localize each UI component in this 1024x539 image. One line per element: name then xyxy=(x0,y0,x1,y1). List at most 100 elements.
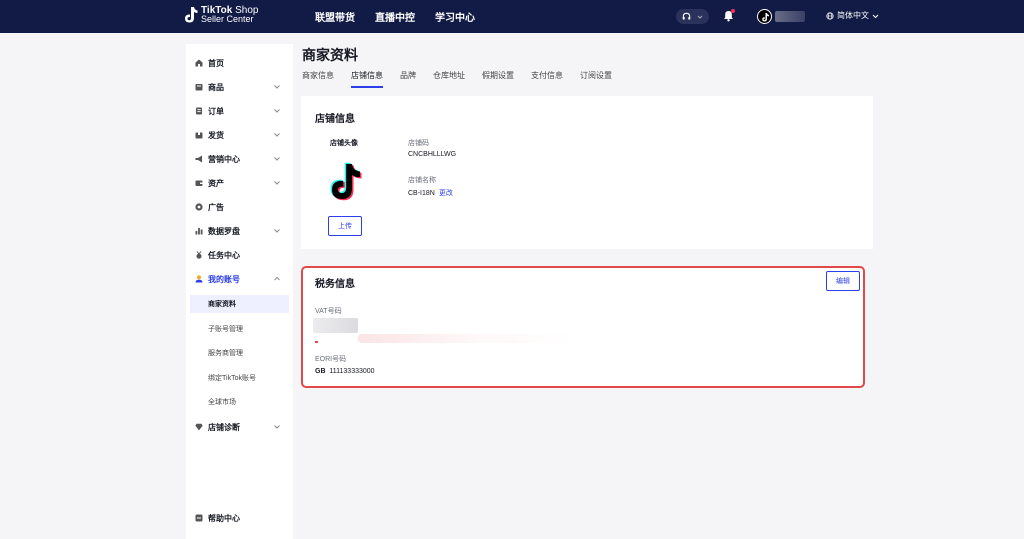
product-icon xyxy=(195,84,203,91)
user-avatar[interactable] xyxy=(757,9,772,24)
vat-number-redacted-smear xyxy=(358,334,573,343)
chevron-down-icon xyxy=(697,15,703,19)
sidebar-item-shipping[interactable]: 发货 xyxy=(186,125,293,145)
notification-dot xyxy=(731,9,735,13)
tab-brand[interactable]: 品牌 xyxy=(400,70,416,88)
tab-shop-info[interactable]: 店铺信息 xyxy=(351,70,383,88)
user-icon xyxy=(195,275,203,283)
shop-info-card xyxy=(301,96,873,249)
eori-number-label: EORI号码 xyxy=(315,356,347,363)
vat-number-redacted xyxy=(313,318,358,333)
eori-number-row: GB 111133333000 xyxy=(315,368,375,375)
eori-prefix: GB xyxy=(315,368,326,375)
topnav-learning-center[interactable]: 学习中心 xyxy=(435,9,475,24)
sidebar-item-marketing[interactable]: 营销中心 xyxy=(186,149,293,169)
chevron-down-icon xyxy=(274,229,280,233)
chart-icon xyxy=(195,228,203,235)
top-navigation-bar: TikTok Shop Seller Center 联盟带货 直播中控 学习中心 xyxy=(0,0,1024,33)
tax-info-card xyxy=(301,266,865,388)
sidebar-item-assets[interactable]: 资产 xyxy=(186,173,293,193)
shop-code-label: 店铺码 xyxy=(408,140,429,147)
tab-business-info[interactable]: 商家信息 xyxy=(302,70,334,88)
sidebar-item-shop-diagnosis[interactable]: 店铺诊断 xyxy=(186,417,293,437)
edit-tax-info-button[interactable]: 编辑 xyxy=(826,271,860,291)
chevron-down-icon xyxy=(274,85,280,89)
sidebar-sublabel: 商家资料 xyxy=(208,301,236,308)
tax-info-title: 税务信息 xyxy=(315,279,355,290)
chevron-down-icon xyxy=(274,133,280,137)
username-blurred[interactable] xyxy=(775,11,805,22)
sidebar-label: 商品 xyxy=(208,82,224,92)
sidebar-sublabel: 服务商管理 xyxy=(208,350,243,357)
chevron-down-icon xyxy=(274,181,280,185)
page-title: 商家资料 xyxy=(302,47,358,63)
shop-info-title: 店铺信息 xyxy=(315,114,355,125)
sidebar-item-my-account[interactable]: 我的账号 xyxy=(186,269,293,289)
sidebar: 首页 商品 订单 发货 营销中心 资产 广告 数据罗盘 任务中心 我的账号 商家… xyxy=(186,44,293,539)
shop-avatar-label: 店铺头像 xyxy=(330,140,358,147)
ads-icon xyxy=(195,203,203,211)
megaphone-icon xyxy=(195,155,202,163)
support-dropdown[interactable] xyxy=(676,9,709,24)
sidebar-item-orders[interactable]: 订单 xyxy=(186,101,293,121)
sidebar-item-ads[interactable]: 广告 xyxy=(186,197,293,217)
tab-subscription-settings[interactable]: 订阅设置 xyxy=(580,70,612,88)
change-shop-name-link[interactable]: 更改 xyxy=(439,190,453,197)
chevron-down-icon xyxy=(872,14,879,18)
sidebar-item-products[interactable]: 商品 xyxy=(186,77,293,97)
tab-holiday-settings[interactable]: 假期设置 xyxy=(482,70,514,88)
vat-number-label: VAT号码 xyxy=(315,308,342,315)
sidebar-label: 任务中心 xyxy=(208,250,240,260)
tiktok-shop-logo[interactable]: TikTok Shop Seller Center xyxy=(184,6,258,24)
sidebar-label: 店铺诊断 xyxy=(208,422,240,432)
topnav-live-control[interactable]: 直播中控 xyxy=(375,9,415,24)
shop-name-value: CB-I18N xyxy=(408,190,435,197)
headset-icon xyxy=(682,12,691,20)
eori-number-value: 111133333000 xyxy=(329,368,375,375)
topnav-affiliate[interactable]: 联盟带货 xyxy=(315,9,355,24)
sidebar-label: 发货 xyxy=(208,130,224,140)
logo-subtitle: Seller Center xyxy=(201,14,254,24)
language-label: 简体中文 xyxy=(837,11,869,20)
wallet-icon xyxy=(195,180,203,186)
redaction-mark xyxy=(315,341,318,343)
globe-icon xyxy=(826,11,834,20)
chevron-down-icon xyxy=(274,425,280,429)
shop-name-label: 店铺名称 xyxy=(408,177,436,184)
sidebar-sublabel: 子账号管理 xyxy=(208,326,243,333)
sidebar-label: 首页 xyxy=(208,58,224,68)
sidebar-item-task-center[interactable]: 任务中心 xyxy=(186,245,293,265)
sidebar-subitem-bind-tiktok[interactable]: 绑定TikTok账号 xyxy=(190,369,289,387)
chevron-down-icon xyxy=(274,157,280,161)
sidebar-label: 数据罗盘 xyxy=(208,226,240,236)
shipping-icon xyxy=(195,132,203,139)
sidebar-label: 广告 xyxy=(208,202,224,212)
sidebar-subitem-global-market[interactable]: 全球市场 xyxy=(190,393,289,411)
sidebar-label: 订单 xyxy=(208,106,224,116)
upload-avatar-button[interactable]: 上传 xyxy=(328,216,362,236)
sidebar-item-home[interactable]: 首页 xyxy=(186,53,293,73)
tiktok-note-icon xyxy=(185,7,198,23)
shop-name-row: CB-I18N 更改 xyxy=(408,188,453,198)
tab-warehouse-address[interactable]: 仓库地址 xyxy=(433,70,465,88)
top-nav-links: 联盟带货 直播中控 学习中心 xyxy=(315,0,495,33)
tab-payment-info[interactable]: 支付信息 xyxy=(531,70,563,88)
sidebar-label: 帮助中心 xyxy=(208,513,240,523)
chevron-up-icon xyxy=(274,276,280,281)
sidebar-label: 资产 xyxy=(208,178,224,188)
diamond-icon xyxy=(195,423,203,431)
help-icon xyxy=(195,514,203,522)
sidebar-label: 营销中心 xyxy=(208,154,240,164)
sidebar-item-help-center[interactable]: 帮助中心 xyxy=(186,508,293,528)
tiktok-avatar-icon xyxy=(762,13,769,22)
sidebar-subitem-service-providers[interactable]: 服务商管理 xyxy=(190,344,289,362)
order-icon xyxy=(196,107,202,115)
chevron-down-icon xyxy=(274,109,280,113)
language-selector[interactable]: 简体中文 xyxy=(826,10,882,21)
sidebar-subitem-business-profile[interactable]: 商家资料 xyxy=(190,295,289,313)
sidebar-label: 我的账号 xyxy=(208,274,240,284)
shop-code-value: CNCBHLLLWG xyxy=(408,151,457,158)
profile-tabs: 商家信息 店铺信息 品牌 仓库地址 假期设置 支付信息 订阅设置 xyxy=(302,70,629,88)
sidebar-subitem-sub-accounts[interactable]: 子账号管理 xyxy=(190,320,289,338)
sidebar-item-data-compass[interactable]: 数据罗盘 xyxy=(186,221,293,241)
